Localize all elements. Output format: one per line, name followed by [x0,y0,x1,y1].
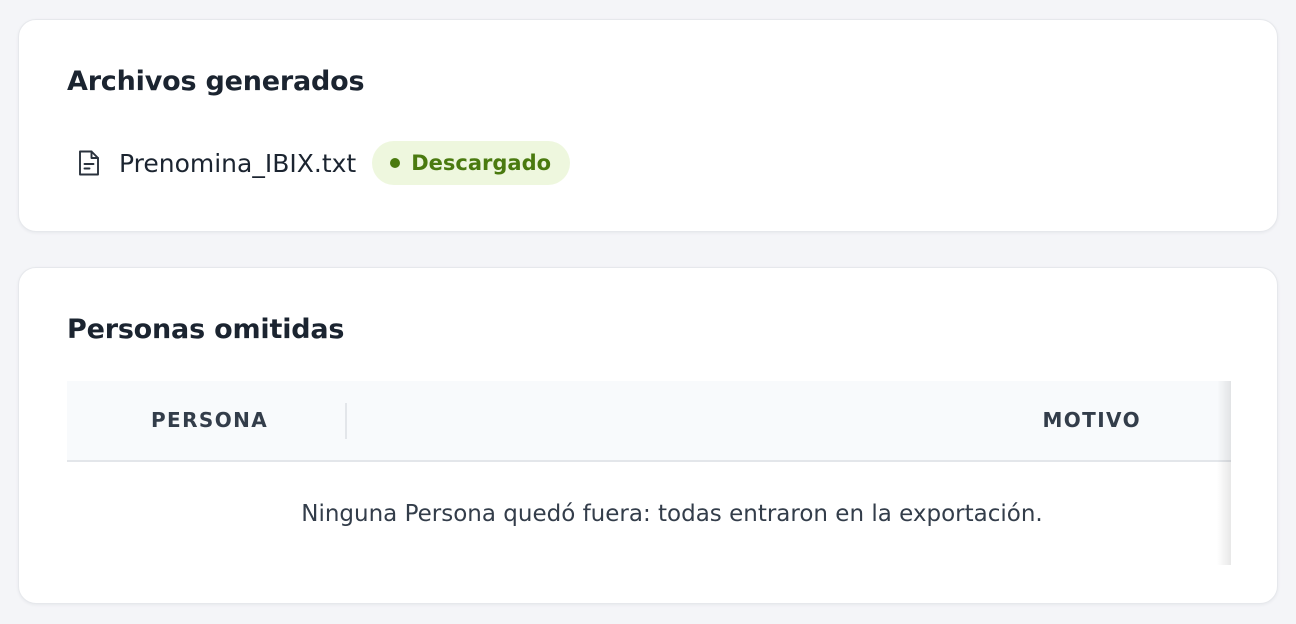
column-header-motivo[interactable]: MOTIVO [1042,381,1141,460]
generated-files-title: Archivos generados [67,66,365,97]
omitted-people-title: Personas omitidas [67,314,345,345]
scroll-shadow [1217,381,1231,565]
column-header-persona[interactable]: PERSONA [151,381,268,460]
file-name[interactable]: Prenomina_IBIX.txt [119,149,356,178]
status-dot [390,158,401,168]
status-text: Descargado [411,151,552,175]
status-badge: Descargado [372,141,571,185]
column-divider[interactable] [345,403,347,439]
omitted-people-card: Personas omitidas PERSONA MOTIVO Ninguna… [18,267,1278,604]
file-item[interactable]: Prenomina_IBIX.txt Descargado [75,141,571,185]
table-header: PERSONA MOTIVO [67,381,1231,462]
empty-state-message: Ninguna Persona quedó fuera: todas entra… [301,501,1043,527]
omitted-people-table: PERSONA MOTIVO Ninguna Persona quedó fue… [67,381,1231,565]
generated-files-card: Archivos generados Prenomina_IBIX.txt De… [18,19,1278,232]
file-text-icon [75,149,103,177]
